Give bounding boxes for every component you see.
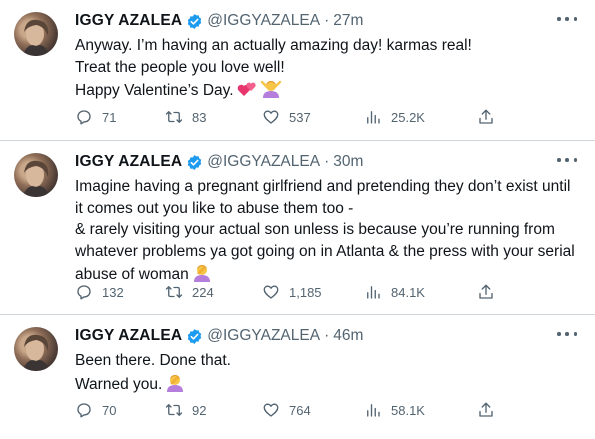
tweet[interactable]: IGGY AZALEA @IGGYAZALEA · 27m Anyway. I’… — [0, 0, 595, 141]
tweet-text-line: whatever problems ya got going on in Atl… — [75, 242, 575, 260]
handle[interactable]: @IGGYAZALEA — [207, 12, 320, 30]
analytics-bar-icon — [364, 108, 382, 126]
tweet-header: IGGY AZALEA @IGGYAZALEA · 30m — [75, 151, 363, 173]
handle[interactable]: @IGGYAZALEA — [207, 153, 320, 171]
verified-badge-icon — [186, 13, 203, 30]
like-button[interactable]: 764 — [262, 400, 311, 420]
reply-count: 132 — [102, 284, 124, 300]
reply-icon — [75, 283, 93, 301]
view-count: 58.1K — [391, 402, 425, 418]
display-name[interactable]: IGGY AZALEA — [75, 327, 182, 345]
reply-count: 70 — [102, 402, 117, 418]
share-icon — [477, 108, 495, 126]
handle[interactable]: @IGGYAZALEA — [207, 327, 320, 345]
like-count: 764 — [289, 402, 311, 418]
tweet[interactable]: IGGY AZALEA @IGGYAZALEA · 46m Been there… — [0, 315, 595, 439]
tweet[interactable]: IGGY AZALEA @IGGYAZALEA · 30m Imagine ha… — [0, 141, 595, 315]
view-count: 84.1K — [391, 284, 425, 300]
tweet-header: IGGY AZALEA @IGGYAZALEA · 46m — [75, 325, 363, 347]
heart-icon — [262, 283, 280, 301]
tweet-feed: IGGY AZALEA @IGGYAZALEA · 27m Anyway. I’… — [0, 0, 595, 439]
heart-icon — [262, 401, 280, 419]
more-options-icon[interactable] — [557, 12, 577, 26]
retweet-button[interactable]: 92 — [165, 400, 206, 420]
two-hearts-icon — [237, 80, 257, 105]
share-button[interactable] — [477, 107, 495, 127]
heart-icon — [262, 108, 280, 126]
woman-facepalming-icon — [165, 372, 185, 399]
avatar[interactable] — [14, 153, 58, 197]
display-name[interactable]: IGGY AZALEA — [75, 12, 182, 30]
share-icon — [477, 401, 495, 419]
reply-button[interactable]: 70 — [75, 400, 116, 420]
views-button[interactable]: 84.1K — [364, 282, 425, 302]
tweet-text-fragment: Warned you. — [75, 375, 163, 393]
share-button[interactable] — [477, 282, 495, 302]
view-count: 25.2K — [391, 109, 425, 125]
retweet-button[interactable]: 224 — [165, 282, 214, 302]
action-bar: 71 83 537 25.2K — [75, 107, 505, 127]
like-count: 537 — [289, 109, 311, 125]
tweet-text-line: Treat the people you love well! — [75, 58, 285, 76]
share-button[interactable] — [477, 400, 495, 420]
reply-count: 71 — [102, 109, 117, 125]
analytics-bar-icon — [364, 283, 382, 301]
woman-gesturing-ok-icon — [260, 78, 282, 105]
retweet-icon — [165, 401, 183, 419]
reply-icon — [75, 108, 93, 126]
tweet-text-line: & rarely visiting your actual son unless… — [75, 221, 555, 238]
reply-icon — [75, 401, 93, 419]
timestamp[interactable]: 46m — [333, 327, 363, 345]
retweet-icon — [165, 108, 183, 126]
avatar[interactable] — [14, 327, 58, 371]
retweet-count: 92 — [192, 402, 207, 418]
like-button[interactable]: 1,185 — [262, 282, 322, 302]
action-bar: 70 92 764 58.1K — [75, 400, 505, 420]
timestamp[interactable]: 27m — [333, 12, 363, 30]
analytics-bar-icon — [364, 401, 382, 419]
reply-button[interactable]: 71 — [75, 107, 116, 127]
retweet-count: 83 — [192, 109, 207, 125]
more-options-icon[interactable] — [557, 327, 577, 341]
action-bar: 132 224 1,185 84.1K — [75, 282, 505, 302]
more-options-icon[interactable] — [557, 153, 577, 167]
tweet-text: Been there. Done that. Warned you. — [75, 350, 581, 398]
timestamp[interactable]: 30m — [333, 153, 363, 171]
retweet-button[interactable]: 83 — [165, 107, 206, 127]
tweet-header: IGGY AZALEA @IGGYAZALEA · 27m — [75, 10, 363, 32]
like-button[interactable]: 537 — [262, 107, 311, 127]
views-button[interactable]: 25.2K — [364, 107, 425, 127]
like-count: 1,185 — [289, 284, 322, 300]
tweet-text: Anyway. I’m having an actually amazing d… — [75, 35, 581, 105]
verified-badge-icon — [186, 154, 203, 171]
retweet-icon — [165, 283, 183, 301]
reply-button[interactable]: 132 — [75, 282, 124, 302]
tweet-text-line: it comes out you like to abuse them too … — [75, 199, 354, 217]
tweet-text-line: Been there. Done that. — [75, 352, 231, 369]
separator-dot: · — [324, 153, 330, 170]
separator-dot: · — [324, 12, 330, 29]
separator-dot: · — [324, 327, 330, 344]
tweet-text: Imagine having a pregnant girlfriend and… — [75, 176, 581, 289]
retweet-count: 224 — [192, 284, 214, 300]
tweet-text-line: Happy Valentine’s Day. — [75, 78, 581, 105]
tweet-text-fragment: abuse of woman — [75, 266, 189, 283]
tweet-text-fragment: Happy Valentine’s Day. — [75, 82, 234, 99]
views-button[interactable]: 58.1K — [364, 400, 425, 420]
tweet-text-line: Anyway. I’m having an actually amazing d… — [75, 37, 472, 54]
avatar[interactable] — [14, 12, 58, 56]
tweet-text-line: Imagine having a pregnant girlfriend and… — [75, 178, 571, 195]
display-name[interactable]: IGGY AZALEA — [75, 153, 182, 171]
share-icon — [477, 283, 495, 301]
verified-badge-icon — [186, 328, 203, 345]
tweet-text-line: Warned you. — [75, 372, 581, 399]
